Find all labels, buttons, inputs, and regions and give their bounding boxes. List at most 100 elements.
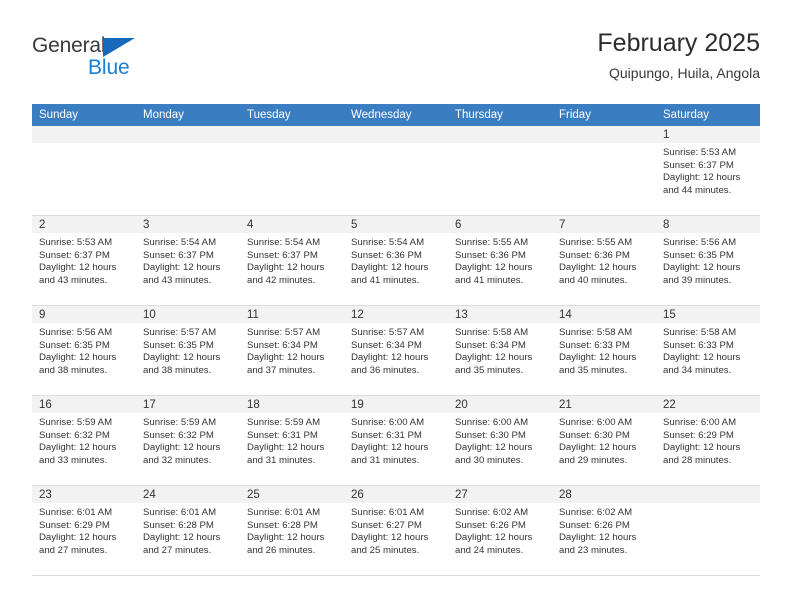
daylight-text: Daylight: 12 hours and 36 minutes. [351, 352, 429, 376]
sunrise-text: Sunrise: 6:01 AM [143, 507, 217, 518]
calendar-day-cell[interactable]: 15 Sunrise: 5:58 AM Sunset: 6:33 PM Dayligh… [656, 305, 760, 396]
sunset-text: Sunset: 6:37 PM [247, 249, 318, 261]
calendar-day-cell[interactable]: 7 Sunrise: 5:55 AM Sunset: 6:36 PM Daylight… [552, 215, 656, 306]
calendar-day-cell[interactable]: 9 Sunrise: 5:56 AM Sunset: 6:35 PM Daylight… [32, 305, 136, 396]
calendar-day-cell[interactable]: 10 Sunrise: 5:57 AM Sunset: 6:35 PM Dayligh… [136, 305, 240, 396]
sunset-text: Sunset: 6:34 PM [247, 339, 318, 351]
day-sun-info: Sunrise: 5:54 AM Sunset: 6:37 PM Daylight:… [240, 233, 344, 287]
month-calendar: Sunday Monday Tuesday Wednesday Thursday… [32, 104, 760, 576]
day-sun-info: Sunrise: 6:01 AM Sunset: 6:29 PM Daylight:… [32, 503, 136, 557]
daylight-text: Daylight: 12 hours and 23 minutes. [559, 532, 637, 556]
calendar-day-cell[interactable]: 8 Sunrise: 5:56 AM Sunset: 6:35 PM Daylight… [656, 215, 760, 306]
calendar-day-cell[interactable]: 24 Sunrise: 6:01 AM Sunset: 6:28 PM Dayligh… [136, 485, 240, 576]
day-cell-content: 16 Sunrise: 5:59 AM Sunset: 6:32 PM Dayligh… [32, 396, 136, 485]
day-sun-info: Sunrise: 5:58 AM Sunset: 6:34 PM Daylight:… [448, 323, 552, 377]
sunrise-text: Sunrise: 5:56 AM [39, 327, 113, 338]
calendar-day-cell[interactable]: 17 Sunrise: 5:59 AM Sunset: 6:32 PM Dayligh… [136, 395, 240, 486]
day-sun-info: Sunrise: 6:00 AM Sunset: 6:30 PM Daylight:… [448, 413, 552, 467]
calendar-week-row: 16 Sunrise: 5:59 AM Sunset: 6:32 PM Dayligh… [32, 395, 760, 486]
calendar-day-cell[interactable]: 28 Sunrise: 6:02 AM Sunset: 6:26 PM Dayligh… [552, 485, 656, 576]
daylight-text: Daylight: 12 hours and 38 minutes. [39, 352, 117, 376]
calendar-day-cell[interactable]: 22 Sunrise: 6:00 AM Sunset: 6:29 PM Dayligh… [656, 395, 760, 486]
page-title: February 2025 [597, 29, 760, 57]
daylight-text: Daylight: 12 hours and 43 minutes. [39, 262, 117, 286]
day-cell-content [32, 126, 136, 215]
calendar-day-cell[interactable]: 19 Sunrise: 6:00 AM Sunset: 6:31 PM Dayligh… [344, 395, 448, 486]
day-sun-info: Sunrise: 5:55 AM Sunset: 6:36 PM Daylight:… [552, 233, 656, 287]
calendar-day-cell[interactable]: 20 Sunrise: 6:00 AM Sunset: 6:30 PM Dayligh… [448, 395, 552, 486]
calendar-day-cell[interactable]: 21 Sunrise: 6:00 AM Sunset: 6:30 PM Dayligh… [552, 395, 656, 486]
calendar-day-cell[interactable]: 14 Sunrise: 5:58 AM Sunset: 6:33 PM Dayligh… [552, 305, 656, 396]
daylight-text: Daylight: 12 hours and 34 minutes. [663, 352, 741, 376]
day-number: 1 [656, 126, 760, 143]
sunrise-text: Sunrise: 5:56 AM [663, 237, 737, 248]
sunset-text: Sunset: 6:36 PM [351, 249, 422, 261]
day-number [136, 126, 240, 143]
sunset-text: Sunset: 6:33 PM [663, 339, 734, 351]
calendar-day-cell[interactable]: 13 Sunrise: 5:58 AM Sunset: 6:34 PM Dayligh… [448, 305, 552, 396]
calendar-day-cell[interactable]: 1 Sunrise: 5:53 AM Sunset: 6:37 PM Daylight… [656, 126, 760, 216]
day-sun-info: Sunrise: 5:58 AM Sunset: 6:33 PM Daylight:… [552, 323, 656, 377]
daylight-text: Daylight: 12 hours and 44 minutes. [663, 172, 741, 196]
calendar-day-cell[interactable]: 25 Sunrise: 6:01 AM Sunset: 6:28 PM Dayligh… [240, 485, 344, 576]
calendar-day-cell[interactable]: 11 Sunrise: 5:57 AM Sunset: 6:34 PM Dayligh… [240, 305, 344, 396]
day-number [32, 126, 136, 143]
sunrise-text: Sunrise: 5:59 AM [143, 417, 217, 428]
day-cell-content [240, 126, 344, 215]
day-sun-info: Sunrise: 5:56 AM Sunset: 6:35 PM Daylight:… [32, 323, 136, 377]
page-header: General Blue February 2025 Quipungo, Hui… [32, 28, 760, 98]
day-cell-content: 9 Sunrise: 5:56 AM Sunset: 6:35 PM Daylight… [32, 306, 136, 395]
calendar-day-cell[interactable]: 16 Sunrise: 5:59 AM Sunset: 6:32 PM Dayligh… [32, 395, 136, 486]
day-number: 20 [448, 396, 552, 413]
logo-text-blue: Blue [88, 56, 130, 79]
calendar-day-cell-empty [656, 485, 760, 576]
day-sun-info: Sunrise: 5:58 AM Sunset: 6:33 PM Daylight:… [656, 323, 760, 377]
sunset-text: Sunset: 6:37 PM [143, 249, 214, 261]
sunset-text: Sunset: 6:29 PM [39, 519, 110, 531]
daylight-text: Daylight: 12 hours and 29 minutes. [559, 442, 637, 466]
calendar-day-cell[interactable]: 23 Sunrise: 6:01 AM Sunset: 6:29 PM Dayligh… [32, 485, 136, 576]
day-number [240, 126, 344, 143]
sunset-text: Sunset: 6:34 PM [455, 339, 526, 351]
daylight-text: Daylight: 12 hours and 39 minutes. [663, 262, 741, 286]
sunrise-text: Sunrise: 5:58 AM [559, 327, 633, 338]
day-cell-content: 12 Sunrise: 5:57 AM Sunset: 6:34 PM Dayligh… [344, 306, 448, 395]
day-cell-content: 22 Sunrise: 6:00 AM Sunset: 6:29 PM Dayligh… [656, 396, 760, 485]
calendar-day-cell[interactable]: 3 Sunrise: 5:54 AM Sunset: 6:37 PM Daylight… [136, 215, 240, 306]
sunrise-text: Sunrise: 6:00 AM [663, 417, 737, 428]
day-number: 15 [656, 306, 760, 323]
day-cell-content: 3 Sunrise: 5:54 AM Sunset: 6:37 PM Daylight… [136, 216, 240, 305]
calendar-day-cell[interactable]: 12 Sunrise: 5:57 AM Sunset: 6:34 PM Dayligh… [344, 305, 448, 396]
day-sun-info: Sunrise: 6:00 AM Sunset: 6:31 PM Daylight:… [344, 413, 448, 467]
day-sun-info: Sunrise: 5:59 AM Sunset: 6:31 PM Daylight:… [240, 413, 344, 467]
calendar-day-cell[interactable]: 5 Sunrise: 5:54 AM Sunset: 6:36 PM Daylight… [344, 215, 448, 306]
sunrise-text: Sunrise: 5:54 AM [143, 237, 217, 248]
general-blue-logo[interactable]: General Blue [32, 34, 162, 90]
weekday-header-tuesday: Tuesday [240, 104, 344, 126]
day-cell-content: 18 Sunrise: 5:59 AM Sunset: 6:31 PM Dayligh… [240, 396, 344, 485]
day-number: 10 [136, 306, 240, 323]
daylight-text: Daylight: 12 hours and 35 minutes. [455, 352, 533, 376]
calendar-day-cell[interactable]: 2 Sunrise: 5:53 AM Sunset: 6:37 PM Daylight… [32, 215, 136, 306]
calendar-day-cell[interactable]: 26 Sunrise: 6:01 AM Sunset: 6:27 PM Dayligh… [344, 485, 448, 576]
calendar-day-cell[interactable]: 4 Sunrise: 5:54 AM Sunset: 6:37 PM Daylight… [240, 215, 344, 306]
day-number: 17 [136, 396, 240, 413]
day-number: 25 [240, 486, 344, 503]
day-cell-content [136, 126, 240, 215]
calendar-day-cell[interactable]: 27 Sunrise: 6:02 AM Sunset: 6:26 PM Dayligh… [448, 485, 552, 576]
sunset-text: Sunset: 6:26 PM [559, 519, 630, 531]
calendar-day-cell[interactable]: 18 Sunrise: 5:59 AM Sunset: 6:31 PM Dayligh… [240, 395, 344, 486]
day-cell-content: 2 Sunrise: 5:53 AM Sunset: 6:37 PM Daylight… [32, 216, 136, 305]
calendar-day-cell[interactable]: 6 Sunrise: 5:55 AM Sunset: 6:36 PM Daylight… [448, 215, 552, 306]
sunset-text: Sunset: 6:30 PM [455, 429, 526, 441]
daylight-text: Daylight: 12 hours and 27 minutes. [39, 532, 117, 556]
daylight-text: Daylight: 12 hours and 37 minutes. [247, 352, 325, 376]
day-cell-content: 13 Sunrise: 5:58 AM Sunset: 6:34 PM Dayligh… [448, 306, 552, 395]
day-cell-content [344, 126, 448, 215]
day-number [448, 126, 552, 143]
title-block: February 2025 Quipungo, Huila, Angola [597, 28, 760, 82]
day-number [344, 126, 448, 143]
calendar-day-cell-empty [344, 126, 448, 216]
day-cell-content: 27 Sunrise: 6:02 AM Sunset: 6:26 PM Dayligh… [448, 486, 552, 575]
weekday-header-wednesday: Wednesday [344, 104, 448, 126]
